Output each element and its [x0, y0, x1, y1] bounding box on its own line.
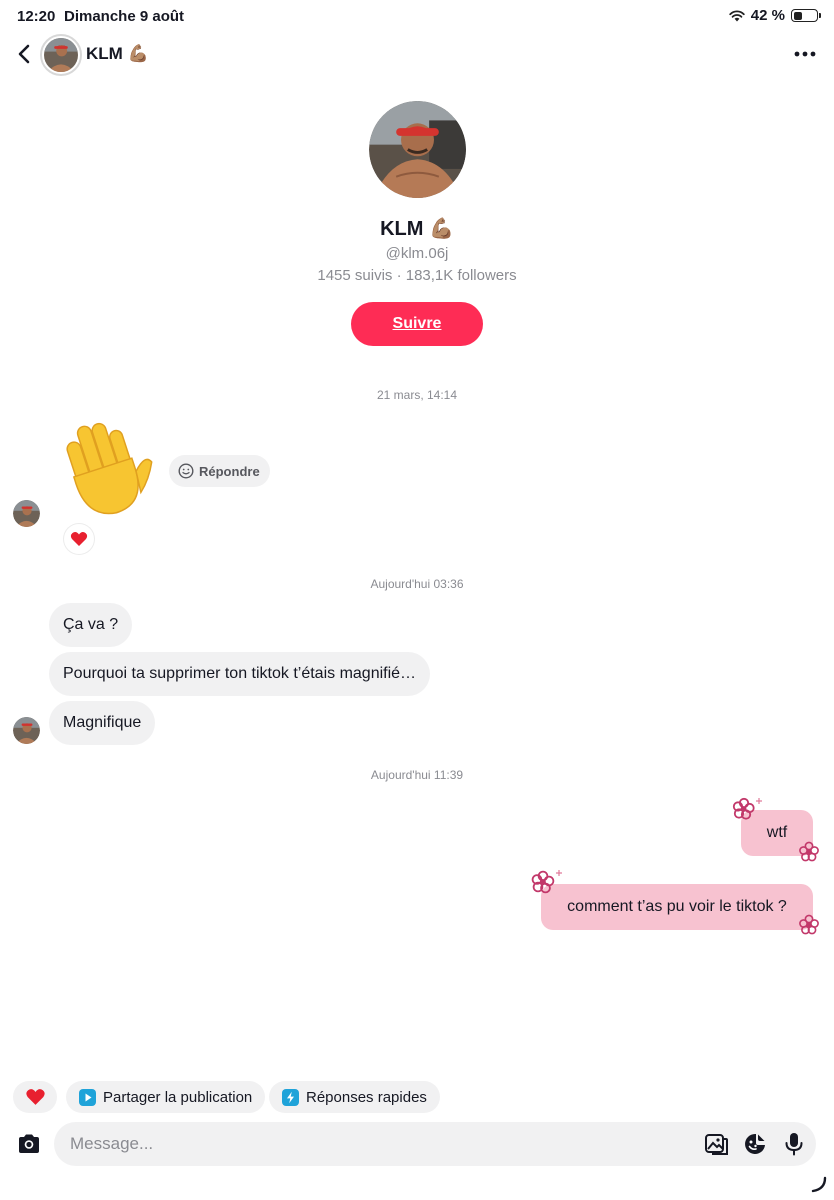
- play-icon: [79, 1088, 96, 1106]
- heart-icon: [25, 1089, 45, 1105]
- timestamp: 21 mars, 14:14: [376, 388, 458, 402]
- incoming-message[interactable]: Pourquoi ta supprimer ton tiktok t’étais…: [49, 652, 431, 696]
- timestamp: Aujourd'hui 03:36: [370, 577, 464, 591]
- header-avatar[interactable]: [40, 34, 82, 76]
- chat-header: KLM 💪🏽: [0, 34, 834, 76]
- flower-decoration-icon: [732, 797, 762, 820]
- heart-icon: [70, 532, 88, 546]
- heart-reaction[interactable]: [64, 524, 94, 554]
- profile-name: KLM 💪🏽: [380, 218, 454, 240]
- lightning-icon: [282, 1088, 299, 1106]
- camera-icon[interactable]: [16, 1131, 42, 1157]
- header-name[interactable]: KLM 💪🏽: [86, 44, 149, 64]
- profile-avatar[interactable]: [369, 101, 466, 198]
- gallery-icon[interactable]: [703, 1131, 729, 1157]
- waving-hand-sticker[interactable]: [46, 412, 164, 530]
- quick-heart-button[interactable]: [13, 1081, 57, 1113]
- follow-button[interactable]: Suivre: [351, 302, 483, 346]
- status-time: 12:20: [17, 8, 56, 25]
- avatar-image: [13, 500, 40, 527]
- reply-label: Répondre: [199, 463, 260, 479]
- smiley-icon: [178, 463, 194, 479]
- profile-handle: @klm.06j: [385, 245, 449, 262]
- battery-percent: 42 %: [750, 7, 785, 24]
- flower-decoration-icon: [531, 870, 562, 894]
- sender-avatar[interactable]: [13, 717, 40, 744]
- message-input[interactable]: [54, 1122, 816, 1166]
- battery-icon: [791, 9, 821, 22]
- sticker-icon[interactable]: [742, 1131, 768, 1157]
- microphone-icon[interactable]: [781, 1131, 807, 1157]
- timestamp: Aujourd'hui 11:39: [370, 768, 464, 782]
- avatar-image: [13, 717, 40, 744]
- more-options-icon[interactable]: [792, 44, 818, 64]
- battery-level: [793, 11, 803, 20]
- back-icon[interactable]: [12, 40, 36, 68]
- reply-button[interactable]: Répondre: [169, 455, 270, 487]
- status-bar: 12:20 Dimanche 9 août 42 %: [0, 0, 834, 34]
- avatar-image: [369, 101, 466, 198]
- status-indicators: 42 %: [729, 7, 821, 24]
- outgoing-message[interactable]: comment t’as pu voir le tiktok ?: [541, 884, 813, 930]
- profile-stats: 1455 suivis · 183,1K followers: [317, 267, 517, 284]
- sender-avatar[interactable]: [13, 500, 40, 527]
- share-post-label: Partager la publication: [103, 1088, 253, 1106]
- incoming-message[interactable]: Ça va ?: [49, 603, 133, 647]
- wifi-icon: [729, 9, 745, 21]
- message-composer: [0, 1122, 834, 1166]
- incoming-message[interactable]: Magnifique: [49, 701, 156, 745]
- flower-decoration-icon: [799, 914, 819, 935]
- flower-decoration-icon: [799, 841, 819, 862]
- quick-actions-row: Partager la publication Réponses rapides: [0, 1081, 834, 1113]
- quick-replies-label: Réponses rapides: [306, 1088, 427, 1106]
- status-date: Dimanche 9 août: [64, 8, 185, 25]
- quick-replies-button[interactable]: Réponses rapides: [269, 1081, 440, 1113]
- avatar-image: [44, 38, 78, 72]
- share-post-button[interactable]: Partager la publication: [66, 1081, 266, 1113]
- resize-handle-icon[interactable]: [808, 1174, 828, 1194]
